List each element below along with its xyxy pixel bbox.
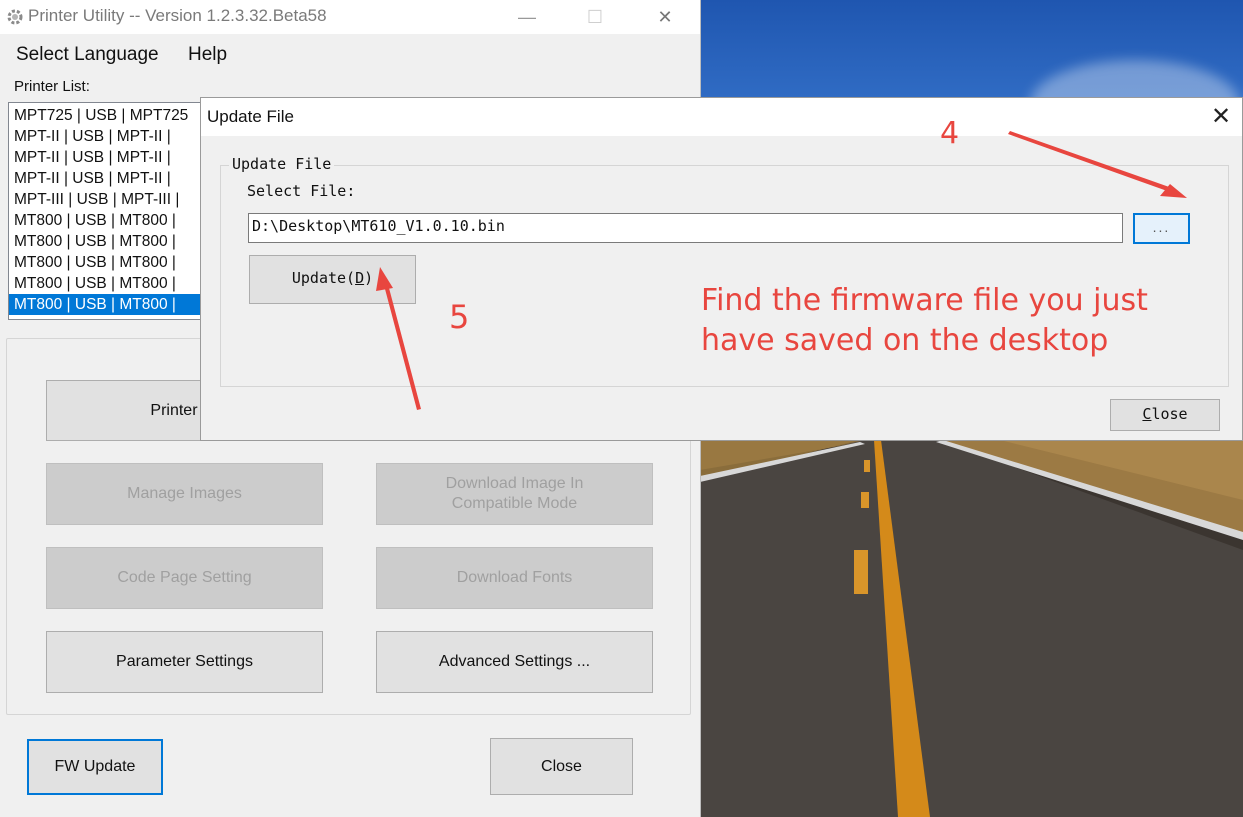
instruction-text: Find the firmware file you just have sav… bbox=[701, 281, 1148, 361]
step-4-label: 4 bbox=[940, 116, 960, 151]
close-button-rest: lose bbox=[1151, 405, 1188, 423]
download-image-compatible-button[interactable]: Download Image In Compatible Mode bbox=[376, 463, 653, 525]
maximize-button[interactable]: ☐ bbox=[572, 0, 618, 34]
select-file-label: Select File: bbox=[247, 182, 356, 200]
update-button-mnemonic: D bbox=[355, 269, 365, 287]
update-file-dialog: Update File ✕ Update File Select File: D… bbox=[200, 97, 1243, 441]
update-button-prefix: Update( bbox=[291, 269, 356, 287]
instruction-line-2: have saved on the desktop bbox=[701, 323, 1109, 358]
dialog-close-button[interactable]: Close bbox=[1110, 399, 1220, 431]
update-button-suffix: ) bbox=[364, 269, 374, 287]
download-fonts-button[interactable]: Download Fonts bbox=[376, 547, 653, 609]
gear-icon bbox=[6, 8, 24, 26]
browse-button[interactable]: ... bbox=[1133, 213, 1190, 244]
minimize-button[interactable]: — bbox=[504, 0, 550, 34]
update-button[interactable]: Update(D) bbox=[249, 255, 416, 304]
code-page-setting-button[interactable]: Code Page Setting bbox=[46, 547, 323, 609]
dialog-title: Update File bbox=[207, 107, 294, 126]
fw-update-button[interactable]: FW Update bbox=[27, 739, 163, 795]
road-image bbox=[700, 440, 1243, 817]
groupbox-label: Update File bbox=[229, 155, 335, 173]
printer-list-label: Printer List: bbox=[14, 78, 90, 95]
title-bar: Printer Utility -- Version 1.2.3.32.Beta… bbox=[0, 0, 700, 34]
instruction-line-1: Find the firmware file you just bbox=[701, 283, 1148, 318]
manage-images-button[interactable]: Manage Images bbox=[46, 463, 323, 525]
dialog-title-bar: Update File ✕ bbox=[201, 98, 1242, 136]
file-path-input[interactable]: D:\Desktop\MT610_V1.0.10.bin bbox=[248, 213, 1123, 243]
advanced-settings-button[interactable]: Advanced Settings ... bbox=[376, 631, 653, 693]
step-5-label: 5 bbox=[449, 298, 470, 336]
menu-select-language[interactable]: Select Language bbox=[16, 44, 159, 66]
menu-bar: Select Language Help bbox=[0, 38, 700, 72]
menu-help[interactable]: Help bbox=[188, 44, 227, 66]
window-title: Printer Utility -- Version 1.2.3.32.Beta… bbox=[28, 6, 327, 25]
parameter-settings-button[interactable]: Parameter Settings bbox=[46, 631, 323, 693]
dialog-close-icon[interactable]: ✕ bbox=[1206, 103, 1236, 131]
close-window-button[interactable]: ✕ bbox=[642, 0, 688, 34]
close-button[interactable]: Close bbox=[490, 738, 633, 795]
